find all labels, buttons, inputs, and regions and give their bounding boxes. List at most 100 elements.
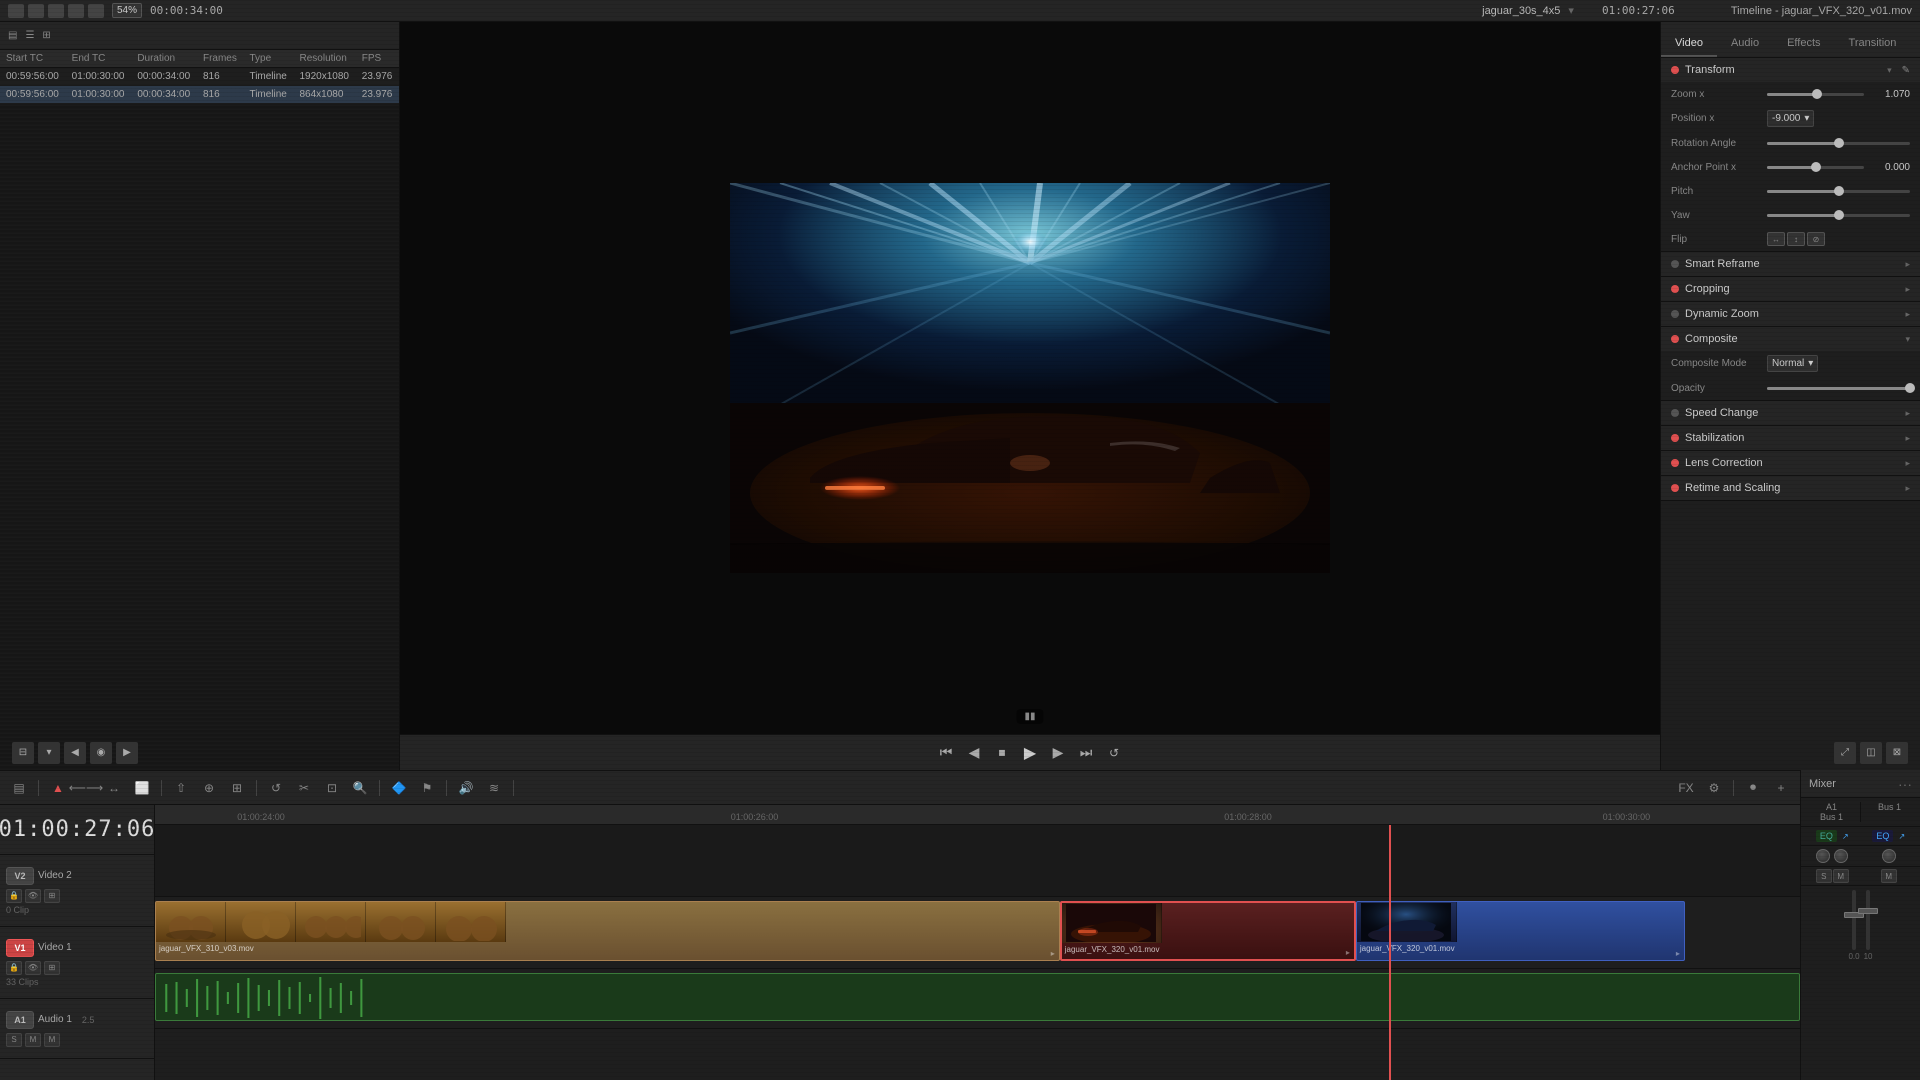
v2-link-btn[interactable]: ⊞ [44, 889, 60, 903]
a1-mute-btn[interactable]: M [25, 1033, 41, 1047]
cropping-header[interactable]: Cropping ▸ [1661, 277, 1920, 301]
table-row[interactable]: 00:59:56:00 01:00:30:00 00:00:34:00 816 … [0, 86, 399, 104]
col-resolution[interactable]: Resolution [294, 50, 356, 68]
bus1-fader[interactable] [1858, 908, 1878, 914]
clip-vfx320[interactable]: jaguar_VFX_320_v01.mov ▸ [1060, 901, 1356, 961]
go-to-start-btn[interactable]: ⏮ [936, 743, 956, 763]
select-tool-btn[interactable]: ▲ [47, 777, 69, 799]
col-type[interactable]: Type [243, 50, 293, 68]
anchor-slider[interactable] [1767, 166, 1864, 169]
opacity-slider-container[interactable] [1767, 387, 1910, 390]
transform-edit-icon[interactable]: ✎ [1902, 65, 1910, 76]
add-track-btn[interactable]: + [1770, 777, 1792, 799]
fx-chain-btn[interactable]: FX [1675, 777, 1697, 799]
v1-lock-btn[interactable]: 🔒 [6, 961, 22, 975]
snapping-btn[interactable]: 🔷 [388, 777, 410, 799]
smooth-cut-btn[interactable]: ↺ [265, 777, 287, 799]
lens-correction-header[interactable]: Lens Correction ▸ [1661, 451, 1920, 475]
timeline-settings-btn[interactable]: ⚙ [1703, 777, 1725, 799]
stop-btn[interactable]: ⏹ [992, 743, 1012, 763]
col-end-tc[interactable]: End TC [66, 50, 132, 68]
insert-btn[interactable]: ⇧ [170, 777, 192, 799]
audio-waveform-btn[interactable]: ≋ [483, 777, 505, 799]
v1-eye-btn[interactable]: 👁 [25, 961, 41, 975]
flag-btn[interactable]: ⚑ [416, 777, 438, 799]
step-fwd-btn[interactable]: ▶ [1048, 743, 1068, 763]
col-duration[interactable]: Duration [131, 50, 197, 68]
clip-thumb-3 [296, 902, 366, 942]
dynamic-zoom-header[interactable]: Dynamic Zoom ▸ [1661, 302, 1920, 326]
view-toggle-list[interactable]: ☰ [25, 30, 34, 41]
speed-change-header[interactable]: Speed Change ▸ [1661, 401, 1920, 425]
tab-effects[interactable]: Effects [1773, 31, 1834, 57]
smart-reframe-header[interactable]: Smart Reframe ▸ [1661, 252, 1920, 276]
a1-lock-btn[interactable]: M [44, 1033, 60, 1047]
flip-v-btn[interactable]: ↕ [1787, 232, 1805, 246]
a1-knob-1[interactable] [1816, 849, 1830, 863]
dynamic-trim-btn[interactable]: ↔ [103, 777, 125, 799]
flip-reset-btn[interactable]: ⊘ [1807, 232, 1825, 246]
playhead[interactable] [1389, 825, 1391, 1080]
tab-transition[interactable]: Transition [1835, 31, 1911, 57]
trim-tool-btn[interactable]: ⟵⟶ [75, 777, 97, 799]
clip-vfx320-blue[interactable]: jaguar_VFX_320_v01.mov ▸ [1356, 901, 1685, 961]
a1-knob-2[interactable] [1834, 849, 1848, 863]
col-start-tc[interactable]: Start TC [0, 50, 66, 68]
mixer-menu-btn[interactable]: ··· [1898, 776, 1912, 792]
composite-mode-dropdown[interactable]: Normal ▾ [1767, 355, 1818, 372]
transform-tool-btn[interactable]: ⊡ [321, 777, 343, 799]
col-fps[interactable]: FPS [356, 50, 399, 68]
toolbar-icon-1[interactable] [8, 4, 24, 18]
bus1-knob-1[interactable] [1882, 849, 1896, 863]
go-to-end-btn[interactable]: ⏭ [1076, 743, 1096, 763]
mixer-bus1-eq[interactable]: EQ ↗ [1862, 830, 1917, 842]
toolbar-icon-2[interactable] [28, 4, 44, 18]
flip-h-btn[interactable]: ↔ [1767, 232, 1785, 246]
zoom-tool-btn[interactable]: 🔍 [349, 777, 371, 799]
view-toggle-grid[interactable]: ⊞ [42, 30, 50, 41]
v2-lock-btn[interactable]: 🔒 [6, 889, 22, 903]
toolbar-icon-3[interactable] [48, 4, 64, 18]
overwrite-btn[interactable]: ⊕ [198, 777, 220, 799]
clip-vfx310[interactable]: jaguar_VFX_310_v03.mov ▸ [155, 901, 1060, 961]
zoom-display[interactable]: 54% [112, 3, 142, 18]
play-btn[interactable]: ▶ [1020, 743, 1040, 763]
audio-track-btn[interactable]: 🔊 [455, 777, 477, 799]
v2-eye-btn[interactable]: 👁 [25, 889, 41, 903]
yaw-slider[interactable] [1767, 214, 1910, 217]
yaw-slider-container[interactable] [1767, 214, 1910, 217]
a1-m-btn[interactable]: M [1833, 869, 1849, 883]
toolbar-icon-4[interactable] [68, 4, 84, 18]
rotation-slider-container[interactable] [1767, 142, 1910, 145]
rotation-slider[interactable] [1767, 142, 1910, 145]
pitch-slider[interactable] [1767, 190, 1910, 193]
razor-btn[interactable]: ✂ [293, 777, 315, 799]
v1-link-btn[interactable]: ⊞ [44, 961, 60, 975]
retime-scaling-header[interactable]: Retime and Scaling ▸ [1661, 476, 1920, 500]
zoom-slider-container[interactable] [1767, 93, 1864, 96]
loop-btn[interactable]: ↺ [1104, 743, 1124, 763]
step-back-btn[interactable]: ◀ [964, 743, 984, 763]
transform-header[interactable]: Transform ▾ ✎ [1661, 58, 1920, 82]
position-dropdown[interactable]: -9.000 ▾ [1767, 110, 1814, 127]
bus1-m-btn[interactable]: M [1881, 869, 1897, 883]
pitch-slider-container[interactable] [1767, 190, 1910, 193]
audio-clip[interactable] [155, 973, 1800, 1021]
media-pool-toggle-btn[interactable]: ▤ [8, 777, 30, 799]
opacity-slider[interactable] [1767, 387, 1910, 390]
composite-header[interactable]: Composite ▾ [1661, 327, 1920, 351]
tab-video[interactable]: Video [1661, 31, 1717, 57]
blade-edit-btn[interactable]: ⬜ [131, 777, 153, 799]
mixer-a1-eq[interactable]: EQ ↗ [1805, 830, 1860, 842]
table-row[interactable]: 00:59:56:00 01:00:30:00 00:00:34:00 816 … [0, 68, 399, 86]
a1-solo-btn[interactable]: S [6, 1033, 22, 1047]
toolbar-icon-5[interactable] [88, 4, 104, 18]
tab-audio[interactable]: Audio [1717, 31, 1773, 57]
record-btn[interactable]: ⏺ [1742, 777, 1764, 799]
col-frames[interactable]: Frames [197, 50, 243, 68]
replace-btn[interactable]: ⊞ [226, 777, 248, 799]
a1-s-btn[interactable]: S [1816, 869, 1832, 883]
zoom-slider[interactable] [1767, 93, 1864, 96]
anchor-slider-container[interactable] [1767, 166, 1864, 169]
stabilization-header[interactable]: Stabilization ▸ [1661, 426, 1920, 450]
